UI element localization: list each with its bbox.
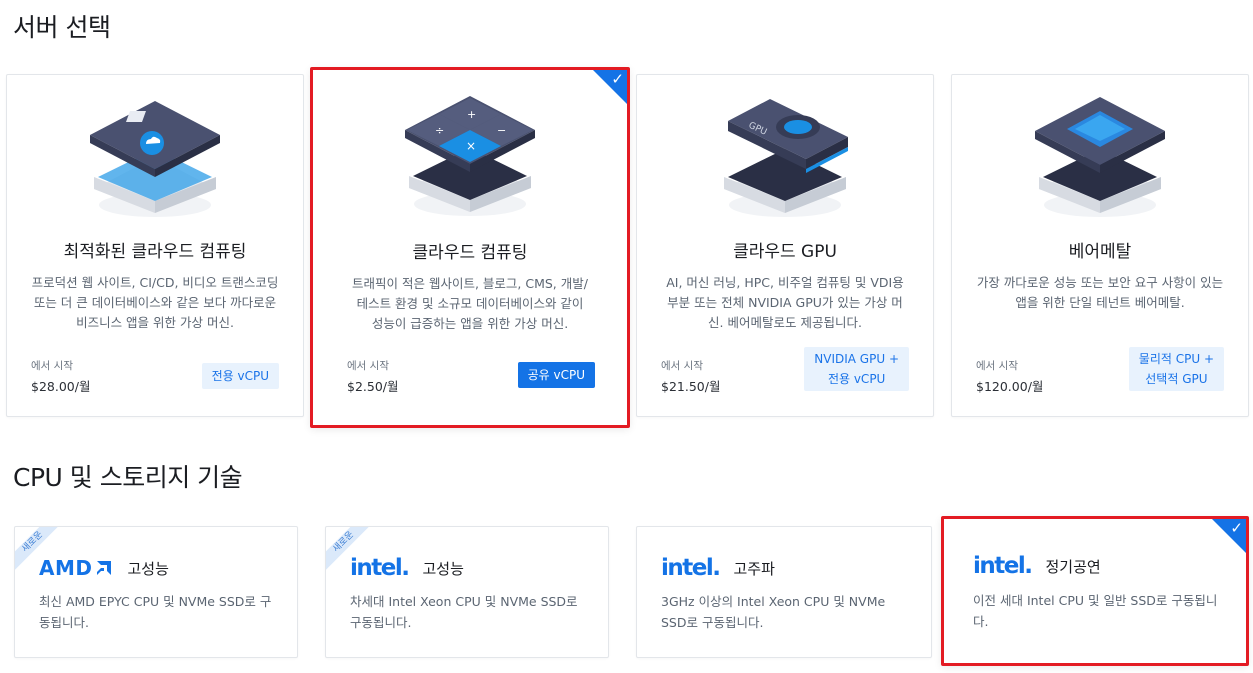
card-description: AI, 머신 러닝, HPC, 비주얼 컴퓨팅 및 VDI용 부분 또는 전체 … [666,275,904,330]
cpu-brand: intel. 고성능 [350,554,464,582]
tag-line: NVIDIA GPU + [814,352,899,366]
cpu-type-tag: 물리적 CPU + 선택적 GPU [1128,347,1224,391]
cpu-brand: intel. 고주파 [661,554,775,582]
svg-text:÷: ÷ [435,124,444,137]
tag-line: 전용 vCPU [827,372,886,386]
cpu-tier: 고성능 [127,559,169,578]
cpu-description: 3GHz 이상의 Intel Xeon CPU 및 NVMe SSD로 구동됩니… [661,594,886,630]
cpu-card-intel-high-frequency[interactable]: intel. 고주파 3GHz 이상의 Intel Xeon CPU 및 NVM… [636,526,932,658]
server-card-cloud-gpu[interactable]: GPU 클라우드 GPU AI, 머신 러닝, HPC, 비주얼 컴퓨팅 및 V… [636,74,934,417]
cpu-type-tag: 전용 vCPU [201,363,279,389]
amd-arrow-icon [97,561,112,575]
price-label: 에서 시작 [31,360,73,372]
intel-logo: intel. [973,553,1033,579]
svg-text:×: × [466,139,476,153]
card-description: 가장 까다로운 성능 또는 보안 요구 사항이 있는 앱을 위한 단일 테넌트 … [976,275,1224,310]
check-icon: ✓ [611,70,624,88]
cpu-tier: 고성능 [422,559,464,578]
check-icon: ✓ [1230,519,1243,537]
cpu-tier: 고주파 [733,559,775,578]
cpu-tier: 정기공연 [1045,557,1101,576]
price-label: 에서 시작 [976,360,1018,372]
cpu-section-title: CPU 및 스토리지 기술 [13,463,243,492]
card-title: 클라우드 GPU [733,242,837,262]
price-value: $21.50/월 [661,379,721,394]
optimized-cloud-compute-illustration [90,101,220,217]
cpu-card-amd-high-performance[interactable]: 새로운 AMD 고성능 최신 AMD EPYC CPU 및 NVMe SSD로 … [14,526,298,658]
price-label: 에서 시작 [661,360,703,372]
card-title: 베어메탈 [1068,242,1132,262]
price-value: $2.50/월 [347,379,399,394]
price-value: $120.00/월 [976,379,1044,394]
svg-text:+: + [467,108,476,121]
cpu-description: 최신 AMD EPYC CPU 및 NVMe SSD로 구동됩니다. [39,594,272,630]
cpu-description: 차세대 Intel Xeon CPU 및 NVMe SSD로 구동됩니다. [350,594,578,630]
cpu-brand: intel. 정기공연 [973,552,1101,580]
amd-logo: AMD [39,556,113,580]
tag-line: 선택적 GPU [1145,372,1208,386]
server-card-cloud-compute[interactable]: + − ÷ × ✓ 클라우드 컴퓨팅 트래픽이 적은 웹사이트, 블로그, CM… [310,67,630,428]
server-card-optimized-cloud-compute[interactable]: 최적화된 클라우드 컴퓨팅 프로덕션 웹 사이트, CI/CD, 비디오 트랜스… [6,74,304,417]
cloud-compute-illustration: + − ÷ × [405,96,535,216]
tag-line: 물리적 CPU + [1138,352,1214,366]
intel-logo: intel. [350,555,410,581]
cloud-gpu-illustration: GPU [724,99,848,217]
card-title: 최적화된 클라우드 컴퓨팅 [63,242,247,262]
price-label: 에서 시작 [347,360,389,372]
svg-text:−: − [497,124,506,137]
card-description: 프로덕션 웹 사이트, CI/CD, 비디오 트랜스코딩 또는 더 큰 데이터베… [31,275,279,330]
card-title: 클라우드 컴퓨팅 [412,243,528,263]
server-card-bare-metal[interactable]: 베어메탈 가장 까다로운 성능 또는 보안 요구 사항이 있는 앱을 위한 단일… [951,74,1249,417]
cpu-type-tag: 공유 vCPU [517,362,595,388]
server-section-title: 서버 선택 [13,13,111,42]
bare-metal-illustration [1035,97,1165,217]
cpu-type-tag: NVIDIA GPU + 전용 vCPU [804,347,909,391]
card-description: 트래픽이 적은 웹사이트, 블로그, CMS, 개발/테스트 환경 및 소규모 … [352,276,588,331]
amd-logo-text: AMD [39,556,93,580]
cpu-description: 이전 세대 Intel CPU 및 일반 SSD로 구동됩니다. [973,593,1218,629]
intel-logo: intel. [661,555,721,581]
cpu-brand: AMD 고성능 [39,554,169,582]
cpu-card-intel-regular-performance[interactable]: ✓ intel. 정기공연 이전 세대 Intel CPU 및 일반 SSD로 … [941,516,1249,666]
price-value: $28.00/월 [31,379,91,394]
cpu-card-intel-high-performance[interactable]: 새로운 intel. 고성능 차세대 Intel Xeon CPU 및 NVMe… [325,526,609,658]
